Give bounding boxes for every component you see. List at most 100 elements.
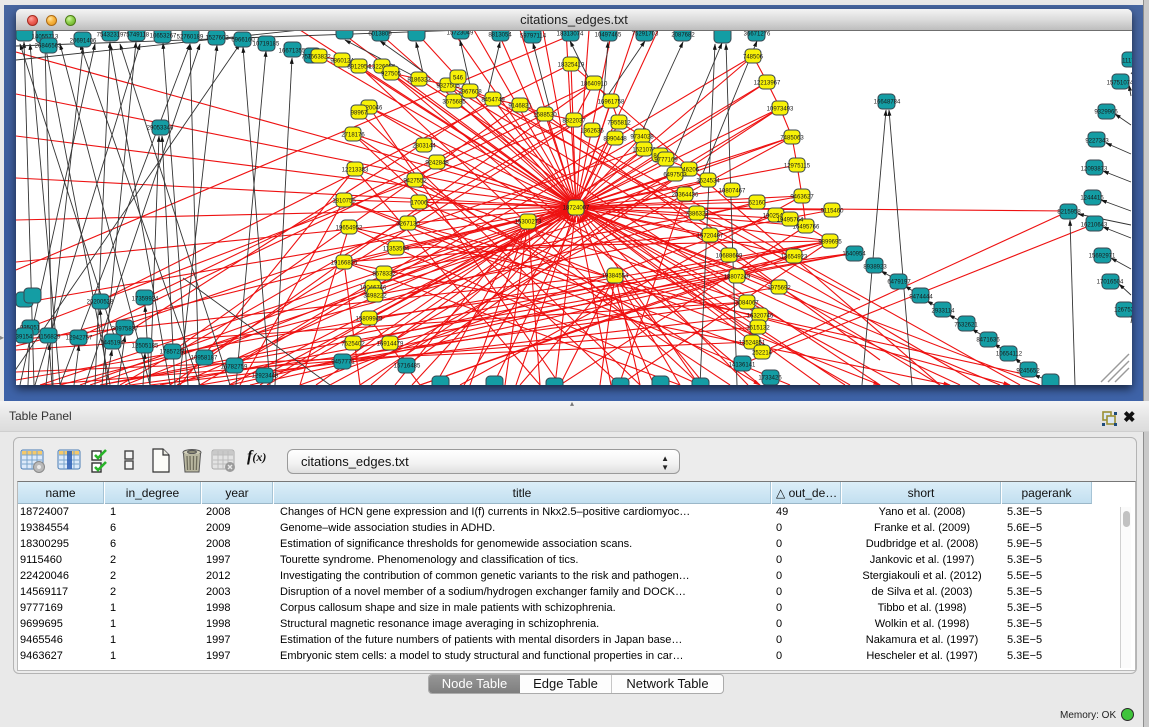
svg-text:8215958: 8215958 [1057, 210, 1081, 216]
svg-text:1975692: 1975692 [767, 286, 791, 292]
svg-text:19166825: 19166825 [331, 261, 358, 267]
svg-text:15723049: 15723049 [447, 31, 474, 37]
svg-text:19495764: 19495764 [777, 218, 804, 224]
svg-text:8678332: 8678332 [372, 272, 396, 278]
svg-text:10653267: 10653267 [150, 34, 177, 40]
svg-text:7386322: 7386322 [685, 212, 709, 218]
svg-text:16914479: 16914479 [377, 342, 404, 348]
svg-text:30975837: 30975837 [112, 327, 139, 333]
svg-text:15720407: 15720407 [697, 234, 724, 240]
svg-text:3675685: 3675685 [442, 100, 466, 106]
svg-text:8938923: 8938923 [863, 265, 887, 271]
svg-text:11172: 11172 [1122, 59, 1132, 65]
svg-text:15692971: 15692971 [1089, 254, 1116, 260]
svg-text:1615132: 1615132 [746, 326, 770, 332]
svg-text:75749118: 75749118 [123, 33, 150, 39]
svg-text:3498222: 3498222 [363, 294, 387, 300]
svg-text:3624534: 3624534 [696, 179, 720, 185]
svg-text:2803144: 2803144 [412, 144, 436, 150]
svg-text:9115460: 9115460 [821, 209, 845, 215]
svg-text:10688609: 10688609 [716, 254, 743, 260]
svg-text:10807467: 10807467 [719, 189, 746, 195]
svg-text:748506: 748506 [743, 55, 764, 61]
svg-text:12942757: 12942757 [66, 336, 93, 342]
svg-text:927505: 927505 [381, 72, 402, 78]
svg-text:8813054: 8813054 [488, 33, 512, 39]
svg-text:16648784: 16648784 [874, 100, 901, 106]
svg-text:1810755: 1810755 [332, 199, 356, 205]
svg-text:7663822: 7663822 [307, 55, 331, 61]
svg-text:1640954: 1640954 [842, 252, 866, 258]
svg-text:1733426: 1733426 [758, 376, 782, 382]
svg-text:12505185: 12505185 [132, 344, 159, 350]
svg-text:17359924: 17359924 [132, 297, 159, 303]
svg-text:8454749: 8454749 [481, 98, 505, 104]
svg-text:26846563: 26846563 [35, 44, 62, 50]
svg-text:9734028: 9734028 [630, 135, 654, 141]
svg-text:9899695: 9899695 [818, 240, 842, 246]
svg-text:98967: 98967 [351, 111, 368, 117]
svg-text:75291703: 75291703 [632, 32, 659, 38]
svg-text:6497503: 6497503 [663, 173, 687, 179]
svg-text:15809948: 15809948 [356, 317, 383, 323]
svg-text:2718176: 2718176 [341, 133, 365, 139]
svg-text:10973493: 10973493 [767, 107, 794, 113]
svg-text:9245652: 9245652 [1016, 369, 1040, 375]
svg-text:16782759: 16782759 [221, 365, 248, 371]
svg-text:15751074: 15751074 [1107, 81, 1132, 87]
svg-text:15300273: 15300273 [515, 220, 542, 226]
svg-text:10719185: 10719185 [253, 42, 280, 48]
svg-text:29053346: 29053346 [147, 126, 174, 132]
svg-text:1244415: 1244415 [1080, 196, 1104, 202]
svg-text:2967608: 2967608 [458, 90, 482, 96]
svg-text:12923448: 12923448 [252, 374, 279, 380]
svg-text:16320746: 16320746 [747, 314, 774, 320]
svg-text:13654923: 13654923 [781, 255, 808, 261]
svg-text:546: 546 [453, 76, 464, 82]
svg-text:7485063: 7485063 [780, 136, 804, 142]
svg-text:16961758: 16961758 [598, 100, 625, 106]
svg-text:126753: 126753 [1114, 308, 1132, 314]
svg-text:18313074: 18313074 [557, 32, 584, 38]
svg-text:2087682: 2087682 [671, 33, 695, 39]
svg-text:10497465: 10497465 [595, 33, 622, 39]
svg-text:9777169: 9777169 [654, 158, 678, 164]
svg-text:12213967: 12213967 [754, 81, 781, 87]
svg-text:1362635: 1362635 [580, 129, 604, 135]
svg-text:18807249: 18807249 [724, 275, 751, 281]
svg-text:20691406: 20691406 [70, 39, 97, 45]
svg-text:1588520: 1588520 [533, 113, 557, 119]
svg-text:9242848: 9242848 [425, 161, 449, 167]
svg-text:17006: 17006 [411, 201, 428, 207]
svg-text:18325419: 18325419 [558, 63, 585, 69]
svg-text:59797114: 59797114 [520, 34, 547, 40]
svg-text:12975115: 12975115 [784, 164, 811, 170]
svg-text:9463627: 9463627 [790, 195, 814, 201]
svg-text:3267130: 3267130 [396, 222, 420, 228]
svg-text:9146821: 9146821 [508, 104, 532, 110]
svg-text:20200528: 20200528 [87, 300, 114, 306]
svg-text:252214: 252214 [752, 351, 773, 357]
svg-text:12213383: 12213383 [342, 168, 369, 174]
svg-text:20364436: 20364436 [672, 193, 699, 199]
svg-text:6013809: 6013809 [368, 32, 392, 38]
svg-text:39154: 39154 [16, 335, 33, 341]
svg-text:8990448: 8990448 [603, 137, 627, 143]
svg-text:6479197: 6479197 [887, 280, 911, 286]
svg-text:11353594: 11353594 [383, 247, 410, 253]
svg-text:36671276: 36671276 [744, 32, 771, 38]
svg-text:2933114: 2933114 [932, 309, 956, 315]
svg-text:10654112: 10654112 [996, 352, 1023, 358]
svg-text:8186323: 8186323 [407, 78, 431, 84]
svg-text:62160: 62160 [749, 201, 766, 207]
svg-text:75432319: 75432319 [97, 33, 124, 39]
svg-text:3084067: 3084067 [735, 301, 759, 307]
svg-text:9427552: 9427552 [403, 179, 427, 185]
svg-text:1527602: 1527602 [205, 36, 229, 42]
svg-text:9329966: 9329966 [1094, 110, 1118, 116]
svg-text:16210643: 16210643 [1081, 223, 1108, 229]
svg-text:7625402: 7625402 [341, 342, 365, 348]
svg-text:17016504: 17016504 [1097, 280, 1124, 286]
svg-text:1445194: 1445194 [100, 341, 124, 347]
svg-text:8822037: 8822037 [562, 119, 586, 125]
